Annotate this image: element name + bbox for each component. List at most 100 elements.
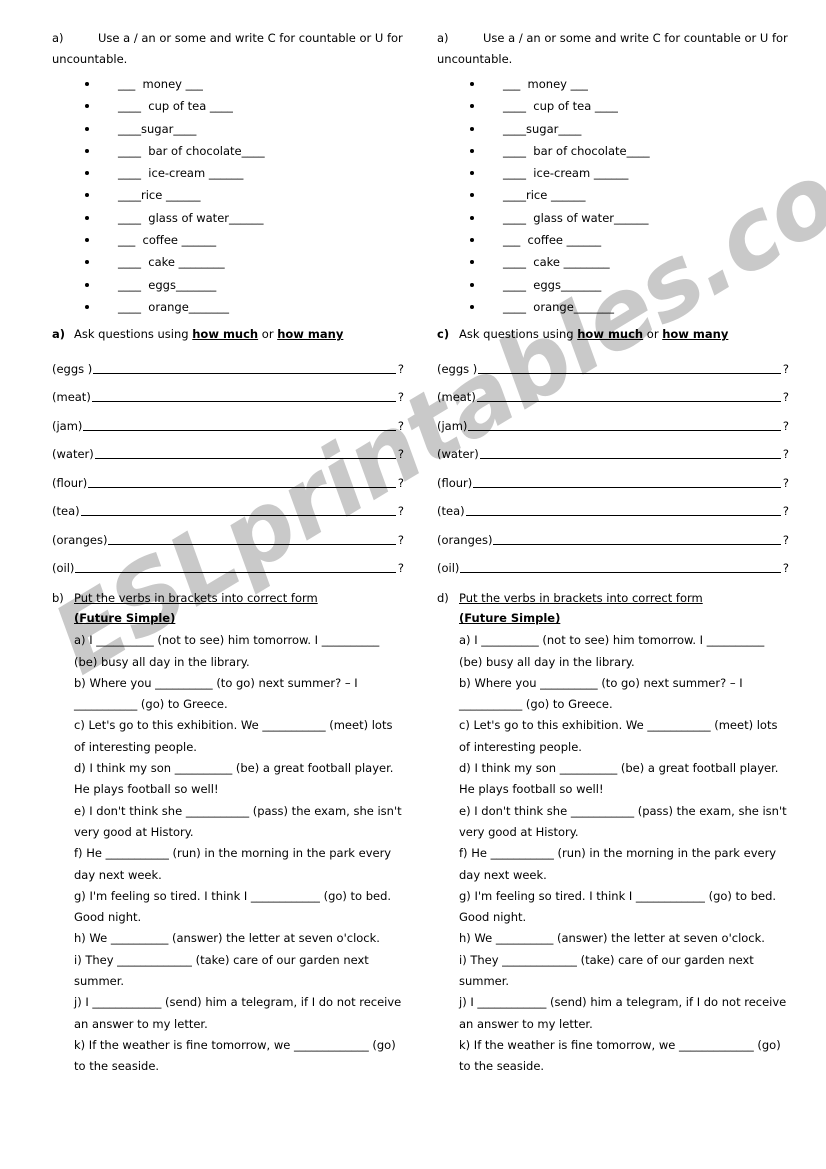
task-verbs-title: Put the verbs in brackets into correct f… [459, 591, 703, 606]
verb-exercise-item[interactable]: i) They _____________ (take) care of our… [459, 950, 789, 993]
answer-row[interactable]: (eggs ) ? [52, 348, 404, 377]
verb-exercise-item[interactable]: a) I __________ (not to see) him tomorro… [459, 630, 789, 673]
answer-row[interactable]: (water) ? [52, 434, 404, 463]
answer-write-line[interactable] [468, 419, 781, 431]
task-verbs-title: Put the verbs in brackets into correct f… [74, 591, 318, 606]
verb-exercise-item[interactable]: f) He ___________ (run) in the morning i… [74, 843, 404, 886]
verb-exercise-item[interactable]: a) I __________ (not to see) him tomorro… [74, 630, 404, 673]
answer-row[interactable]: (oil) ? [437, 548, 789, 577]
verb-exercise-item[interactable]: d) I think my son __________ (be) a grea… [459, 758, 789, 801]
answer-write-line[interactable] [93, 362, 396, 374]
list-item: ____rice ______ [52, 184, 404, 206]
verb-exercise-item[interactable]: f) He ___________ (run) in the morning i… [459, 843, 789, 886]
answer-prompt-label: (jam) [52, 418, 83, 433]
answer-row[interactable]: (flour) ? [52, 462, 404, 491]
answer-prompt-label: (eggs ) [52, 361, 93, 376]
verb-exercise-item[interactable]: g) I'm feeling so tired. I think I _____… [74, 886, 404, 929]
list-item: ____ ice-cream ______ [52, 162, 404, 184]
answer-prompt-label: (tea) [52, 504, 80, 519]
answer-prompt-label: (meat) [52, 390, 91, 405]
question-mark: ? [782, 447, 789, 462]
answer-row[interactable]: (jam) ? [52, 405, 404, 434]
verb-exercise-item[interactable]: d) I think my son __________ (be) a grea… [74, 758, 404, 801]
answer-row[interactable]: (oranges) ? [52, 519, 404, 548]
question-mark: ? [397, 390, 404, 405]
verb-exercise-item[interactable]: j) I ____________ (send) him a telegram,… [74, 992, 404, 1035]
list-item: ____ eggs_______ [437, 274, 789, 296]
task-questions-conjunction: or [258, 327, 278, 342]
answer-row[interactable]: (eggs ) ? [437, 348, 789, 377]
task-questions-heading: a) Ask questions using how much or how ma… [52, 324, 404, 344]
list-item: ____ cake ________ [437, 251, 789, 273]
answer-write-line[interactable] [83, 419, 396, 431]
answer-write-line[interactable] [479, 447, 781, 460]
answer-prompt-label: (flour) [52, 475, 88, 490]
verb-exercise-item[interactable]: k) If the weather is fine tomorrow, we _… [74, 1035, 404, 1078]
list-item: ____sugar____ [437, 118, 789, 140]
verb-exercise-item[interactable]: g) I'm feeling so tired. I think I _____… [459, 886, 789, 929]
list-item: ___ money ___ [437, 73, 789, 95]
answer-write-line[interactable] [88, 476, 396, 488]
verb-exercise-item[interactable]: i) They _____________ (take) care of our… [74, 950, 404, 993]
task-a-instruction-text: Use a / an or some and write C for count… [437, 31, 788, 66]
answer-prompt-label: (oil) [52, 561, 75, 576]
answer-write-line[interactable] [473, 476, 781, 488]
list-item: ____rice ______ [437, 184, 789, 206]
answer-write-line[interactable] [465, 504, 781, 517]
task-verbs-tag: b) [52, 591, 64, 606]
verb-exercise-item[interactable]: c) Let's go to this exhibition. We _____… [459, 715, 789, 758]
answer-prompt-label: (tea) [437, 504, 465, 519]
answer-row[interactable]: (oil) ? [52, 548, 404, 577]
verb-exercise-item[interactable]: e) I don't think she ___________ (pass) … [459, 801, 789, 844]
task-a-instruction: a) Use a / an or some and write C for cou… [52, 28, 404, 70]
answer-write-line[interactable] [476, 390, 781, 403]
question-mark: ? [397, 475, 404, 490]
task-questions-tag: a) [52, 327, 66, 342]
verb-exercise-item[interactable]: j) I ____________ (send) him a telegram,… [459, 992, 789, 1035]
answer-write-line[interactable] [80, 504, 396, 517]
verb-exercise-item[interactable]: h) We __________ (answer) the letter at … [74, 928, 404, 949]
list-item: ____ glass of water______ [52, 207, 404, 229]
verb-exercise-item[interactable]: k) If the weather is fine tomorrow, we _… [459, 1035, 789, 1078]
answer-write-line[interactable] [91, 390, 396, 403]
verb-exercise-item[interactable]: c) Let's go to this exhibition. We _____… [74, 715, 404, 758]
answer-prompt-label: (oranges) [52, 532, 108, 547]
answer-write-line[interactable] [94, 447, 396, 460]
verb-exercise-item[interactable]: b) Where you __________ (to go) next sum… [74, 673, 404, 716]
task-a-instruction-text: Use a / an or some and write C for count… [52, 31, 403, 66]
answer-row[interactable]: (oranges) ? [437, 519, 789, 548]
list-item: ___ coffee ______ [437, 229, 789, 251]
answer-row[interactable]: (jam) ? [437, 405, 789, 434]
task-verbs-subtitle: (Future Simple) [459, 611, 561, 626]
list-item: ____ eggs_______ [52, 274, 404, 296]
task-a-tag: a) [52, 31, 64, 45]
answer-row[interactable]: (water) ? [437, 434, 789, 463]
list-item: ____ cake ________ [52, 251, 404, 273]
verb-exercise-item[interactable]: e) I don't think she ___________ (pass) … [74, 801, 404, 844]
answer-row[interactable]: (meat) ? [52, 377, 404, 406]
task-questions-lead: Ask questions using [459, 327, 578, 342]
question-mark: ? [397, 504, 404, 519]
answer-row[interactable]: (meat) ? [437, 377, 789, 406]
question-mark: ? [782, 475, 789, 490]
answer-write-line[interactable] [493, 533, 781, 545]
countable-items-list: ___ money ___ ____ cup of tea ____ ____s… [52, 73, 404, 318]
answer-write-line[interactable] [75, 561, 396, 574]
answer-row[interactable]: (tea) ? [437, 491, 789, 520]
verb-exercise-item[interactable]: b) Where you __________ (to go) next sum… [459, 673, 789, 716]
question-mark: ? [397, 447, 404, 462]
answer-write-line[interactable] [478, 362, 781, 374]
answer-prompt-label: (oil) [437, 561, 460, 576]
answer-write-line[interactable] [460, 561, 781, 574]
worksheet-column-right: a) Use a / an or some and write C for cou… [437, 28, 789, 1078]
task-questions-tag: c) [437, 327, 450, 342]
answer-prompt-label: (eggs ) [437, 361, 478, 376]
answer-row[interactable]: (tea) ? [52, 491, 404, 520]
answer-prompt-label: (water) [437, 447, 479, 462]
answer-prompt-label: (meat) [437, 390, 476, 405]
answer-prompt-label: (jam) [437, 418, 468, 433]
answer-write-line[interactable] [108, 533, 396, 545]
list-item: ____sugar____ [52, 118, 404, 140]
answer-row[interactable]: (flour) ? [437, 462, 789, 491]
verb-exercise-item[interactable]: h) We __________ (answer) the letter at … [459, 928, 789, 949]
